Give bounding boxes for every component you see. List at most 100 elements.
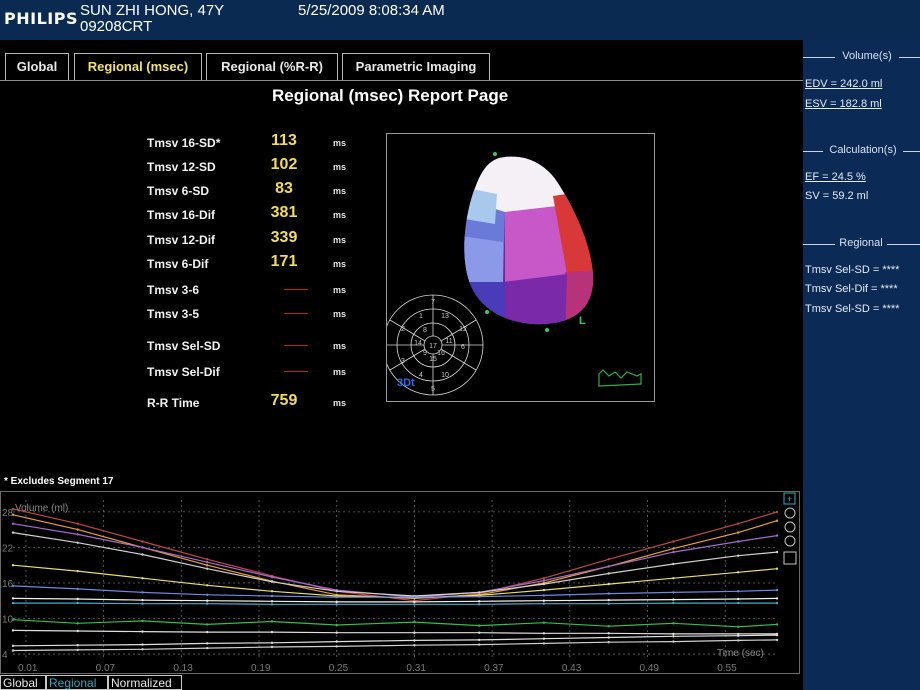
patient-id: 09208CRT: [80, 18, 153, 35]
metric-row: R-R Time 759 ms: [0, 392, 380, 414]
curve-point: [542, 621, 546, 624]
lv-marker-left: [485, 310, 489, 314]
curve-point: [11, 629, 15, 632]
bottom-tab-global[interactable]: Global: [0, 675, 46, 690]
tab-regional-percent-rr[interactable]: Regional (%R-R): [206, 53, 338, 81]
x-tick-label: 0.37: [484, 663, 504, 673]
curve-point: [206, 602, 209, 605]
curve-point: [672, 550, 675, 554]
curve-point: [76, 587, 79, 591]
curve-point: [607, 598, 610, 602]
curve-point: [11, 564, 15, 567]
tab-regional-msec[interactable]: Regional (msec): [74, 53, 202, 81]
curve-point: [11, 531, 15, 534]
tab-parametric-imaging[interactable]: Parametric Imaging: [342, 53, 490, 81]
tab-global[interactable]: Global: [5, 53, 69, 81]
curve-point: [737, 571, 740, 574]
header-bar: PHILIPS SUN ZHI HONG, 47Y 09208CRT 5/25/…: [0, 0, 920, 40]
curve-point: [672, 562, 675, 566]
curve-point: [775, 510, 779, 514]
metric-row: Tmsv 6-SD 83 ms: [0, 180, 380, 202]
x-tick-label: 0.31: [406, 663, 426, 673]
calculation-section-header: Calculation(s): [803, 144, 920, 158]
curve-point: [76, 597, 79, 601]
curve-point: [141, 643, 144, 646]
volume-curve-series: [12, 629, 777, 635]
curve-point: [270, 630, 274, 634]
curve-point: [335, 596, 338, 599]
curve-point: [775, 633, 779, 637]
edv-value[interactable]: EDV = 242.0 ml: [805, 78, 882, 90]
pan-hand-icon[interactable]: [783, 551, 797, 565]
esv-value[interactable]: ESV = 182.8 ml: [805, 98, 882, 110]
curve-point: [775, 519, 779, 522]
bottom-tab-regional[interactable]: Regional: [46, 675, 108, 690]
curve-point: [413, 600, 416, 604]
bottom-tab-normalized[interactable]: Normalized: [108, 675, 182, 690]
bullseye-num: 1: [419, 313, 423, 320]
y-tick-label: 10: [2, 615, 14, 626]
metric-label: Tmsv 6-Dif: [147, 257, 209, 271]
curve-point: [335, 603, 338, 606]
curve-point: [542, 642, 546, 645]
curve-point: [542, 637, 546, 640]
lv-3d-view[interactable]: L 7 1 8 13 2 14 3 15 4 9 16 10 12 6 11 5…: [382, 133, 655, 402]
curve-point: [270, 620, 274, 623]
section-rule: [803, 244, 835, 245]
curve-point: [672, 640, 675, 643]
curve-point: [737, 597, 740, 601]
y-axis-label: Volume (ml): [15, 503, 68, 514]
metric-row: Tmsv 16-Dif 381 ms: [0, 204, 380, 226]
metric-value: 381: [270, 204, 298, 221]
curve-point: [76, 622, 79, 625]
x-tick-label: 0.01: [18, 663, 38, 673]
metric-value: 113: [271, 132, 297, 149]
curve-point: [11, 601, 15, 605]
zoom-out-icon[interactable]: [784, 521, 796, 533]
metric-unit: ms: [333, 210, 347, 220]
bullseye-num: 12: [459, 326, 467, 333]
curve-point: [775, 567, 779, 570]
curve-point: [607, 565, 610, 568]
x-tick-label: 0.43: [562, 663, 582, 673]
curve-point: [76, 541, 79, 544]
curve-point: [270, 590, 274, 593]
curve-point: [141, 619, 144, 623]
curve-point: [737, 634, 740, 637]
y-tick-label: 22: [2, 543, 14, 554]
lv-segment-indigo: [464, 282, 505, 325]
curve-point: [775, 638, 779, 642]
curve-point: [737, 590, 740, 593]
bullseye-num: 16: [437, 350, 445, 357]
regional-section-header: Regional: [803, 237, 920, 251]
curve-point: [206, 623, 209, 626]
sv-value: SV = 59.2 ml: [805, 190, 869, 202]
section-rule: [899, 57, 920, 58]
curve-point: [335, 631, 338, 634]
curve-point: [206, 593, 209, 596]
volume-curve-series: [12, 634, 778, 647]
curve-point: [478, 591, 481, 594]
zoom-reset-icon[interactable]: [784, 535, 796, 547]
curve-point: [206, 646, 209, 650]
bullseye-num: 13: [441, 313, 449, 320]
curve-point: [542, 599, 546, 602]
metric-row: Tmsv Sel-Dif ms: [0, 361, 380, 383]
regional-sel-sd-2: Tmsv Sel-SD = ****: [805, 303, 900, 315]
ef-value[interactable]: EF = 24.5 %: [805, 171, 866, 183]
bullseye-num: 5: [431, 386, 435, 393]
volume-curve-panel[interactable]: 0.01 0.07 0.13 0.19 0.25 0.31 0.37 0.43 0.49 0.55…: [0, 491, 800, 674]
volume-section-header: Volume(s): [803, 50, 920, 64]
lv-marker-bottom: [545, 328, 549, 332]
y-tick-label: 28: [2, 508, 14, 519]
curve-point: [478, 638, 481, 642]
regional-sel-dif: Tmsv Sel-Dif = ****: [805, 283, 898, 295]
zoom-in-icon[interactable]: [784, 507, 796, 519]
curve-point: [478, 595, 481, 598]
metric-unit: ms: [333, 367, 347, 377]
curve-point: [270, 580, 274, 583]
curve-point: [413, 644, 416, 647]
bullseye-num: 9: [423, 350, 427, 357]
add-icon-glyph: +: [787, 494, 792, 504]
curve-point: [206, 599, 209, 602]
